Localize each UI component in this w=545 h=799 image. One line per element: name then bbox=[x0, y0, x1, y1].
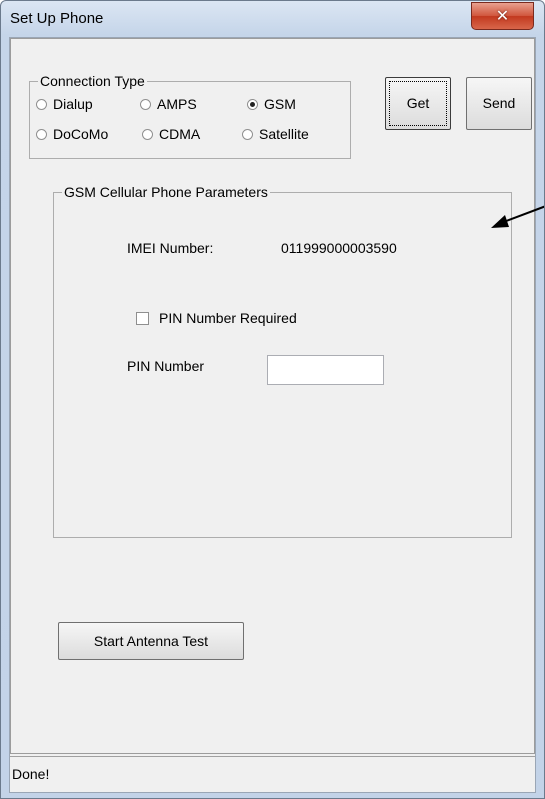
set-up-phone-window: Set Up Phone ✕ Connection Type Dialup AM… bbox=[0, 0, 545, 799]
arrow-icon bbox=[491, 205, 544, 228]
